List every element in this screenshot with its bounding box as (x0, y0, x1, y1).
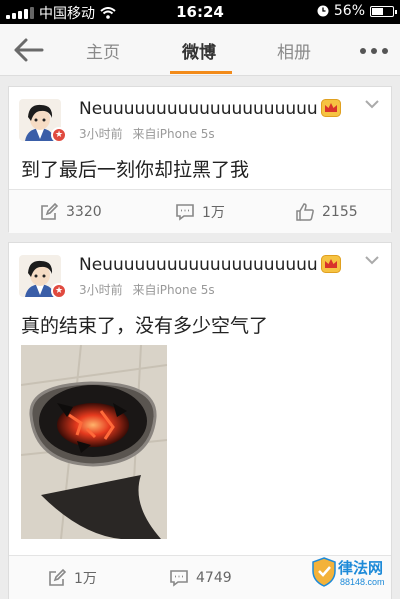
post-image[interactable] (21, 345, 167, 539)
post-card: ★ Neuuuuuuuuuuuuuuuuuuuu... 3小时前 来自iPhon… (8, 242, 392, 599)
username[interactable]: Neuuuuuuuuuuuuuuuuuuuu... (79, 255, 319, 275)
like-count: 2155 (322, 204, 358, 220)
comment-icon (170, 570, 188, 587)
username[interactable]: Neuuuuuuuuuuuuuuuuuuuu... (79, 99, 319, 119)
watermark-brand: 律法网 (338, 559, 384, 577)
active-tab-indicator (170, 71, 232, 74)
crown-icon (321, 255, 341, 273)
tab-home[interactable]: 主页 (86, 38, 120, 63)
tab-album[interactable]: 相册 (277, 38, 311, 63)
like-button[interactable]: 2155 (295, 202, 358, 222)
repost-button[interactable]: 1万 (47, 568, 97, 588)
post-text: 到了最后一刻你却拉黑了我 (21, 159, 250, 181)
repost-count: 1万 (74, 571, 97, 587)
top-navbar: 主页 微博 相册 (0, 24, 400, 76)
comment-icon (176, 204, 194, 221)
back-arrow-icon[interactable] (10, 36, 46, 64)
battery-icon (370, 5, 397, 17)
clock-icon (317, 5, 329, 17)
comment-button[interactable]: 1万 (175, 202, 225, 222)
status-bar: 中国移动 16:24 56% (0, 0, 400, 24)
battery-percent: 56% (333, 3, 365, 19)
repost-icon (41, 202, 59, 220)
post-card: ★ Neuuuuuuuuuuuuuuuuuuuu... 3小时前 来自iPhon… (8, 86, 392, 233)
shield-icon (312, 557, 336, 587)
post-meta: 3小时前 来自iPhone 5s (79, 281, 215, 298)
repost-button[interactable]: 3320 (39, 202, 102, 222)
comment-count: 4749 (196, 570, 232, 586)
site-watermark: 律法网 88148.com (312, 555, 394, 593)
comment-button[interactable]: 4749 (169, 568, 232, 588)
post-action-bar: 3320 1万 2155 (9, 189, 391, 233)
chevron-down-icon[interactable] (365, 255, 379, 265)
more-icon[interactable] (360, 48, 388, 54)
watermark-domain: 88148.com (340, 577, 385, 587)
post-text: 真的结束了，没有多少空气了 (21, 315, 269, 337)
chevron-down-icon[interactable] (365, 99, 379, 109)
verified-badge-icon: ★ (51, 127, 67, 143)
thumbs-up-icon (296, 203, 314, 221)
comment-count: 1万 (202, 205, 225, 221)
post-time: 3小时前 (79, 283, 123, 297)
post-time: 3小时前 (79, 127, 123, 141)
verified-badge-icon: ★ (51, 283, 67, 299)
post-source: 来自iPhone 5s (132, 283, 215, 297)
crown-icon (321, 99, 341, 117)
repost-icon (49, 568, 67, 586)
post-source: 来自iPhone 5s (132, 127, 215, 141)
repost-count: 3320 (66, 204, 102, 220)
tab-weibo[interactable]: 微博 (182, 38, 216, 63)
post-meta: 3小时前 来自iPhone 5s (79, 125, 215, 142)
